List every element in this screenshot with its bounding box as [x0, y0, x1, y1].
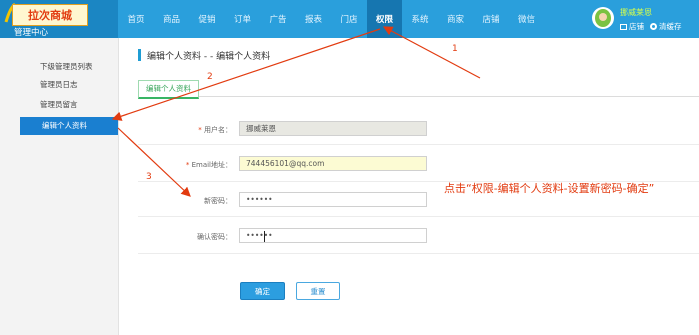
- arrow-1: [382, 26, 481, 79]
- annotation-arrows: [111, 26, 481, 197]
- arrow-3: [117, 127, 191, 197]
- arrow-2: [111, 28, 381, 121]
